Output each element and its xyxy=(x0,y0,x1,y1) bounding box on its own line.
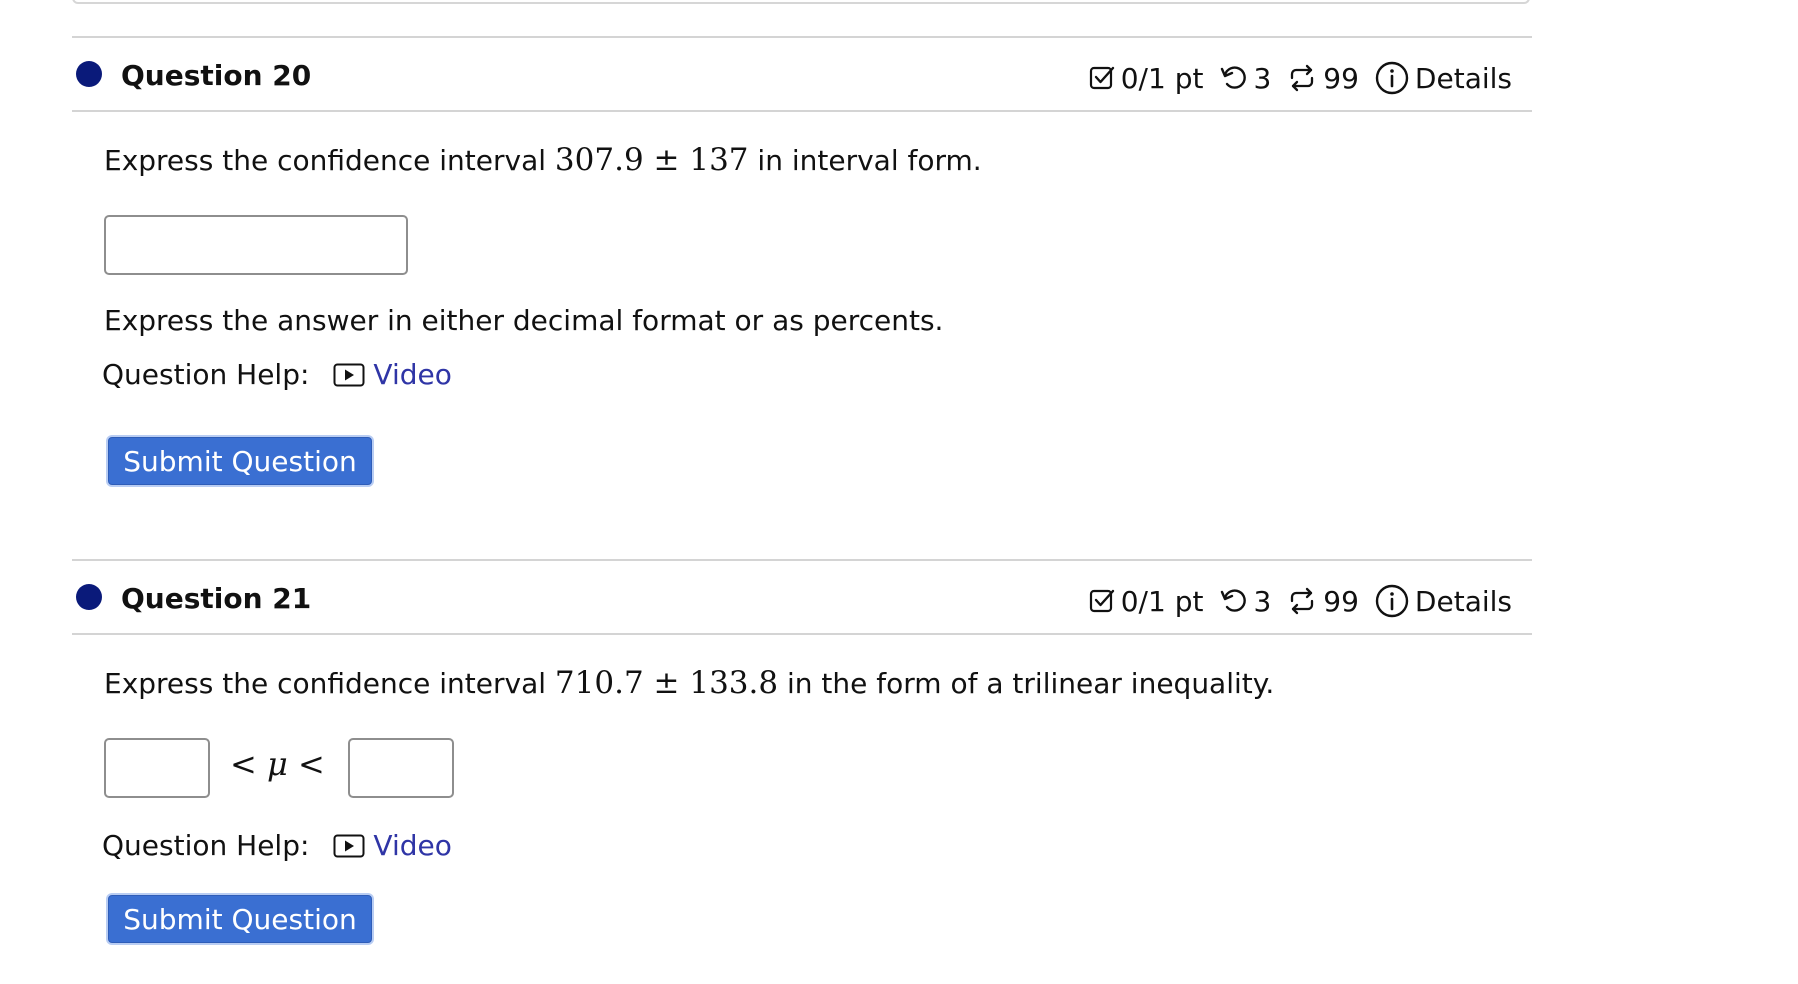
question-prompt: Express the confidence interval 307.9 ± … xyxy=(104,142,982,178)
submit-question-button[interactable]: Submit Question xyxy=(108,895,372,943)
points-text: 0/1 pt xyxy=(1120,61,1204,95)
interval-answer-input[interactable] xyxy=(104,215,408,275)
points-indicator: 0/1 pt xyxy=(1089,61,1204,95)
details-toggle[interactable]: Details xyxy=(1375,61,1512,95)
question-header: Question 20 0/1 pt 3 99 Details xyxy=(72,36,1532,112)
trilinear-inequality: < μ < xyxy=(230,745,325,783)
undo-icon xyxy=(1221,66,1247,89)
previous-question-frame xyxy=(72,0,1530,4)
answer-format-note: Express the answer in either decimal for… xyxy=(104,304,944,337)
points-text: 0/1 pt xyxy=(1120,584,1204,618)
question-20: Question 20 0/1 pt 3 99 Details Express … xyxy=(72,36,1532,485)
question-help-label: Question Help: xyxy=(102,358,310,391)
retries-indicator: 3 xyxy=(1219,585,1271,618)
status-dot xyxy=(76,584,102,610)
undo-icon xyxy=(1221,589,1247,612)
retries-indicator: 3 xyxy=(1219,62,1271,95)
attempts-indicator: 99 xyxy=(1287,585,1359,618)
prompt-math: 307.9 ± 137 xyxy=(554,142,749,178)
video-link-label[interactable]: Video xyxy=(373,829,451,862)
prompt-text-start: Express the confidence interval xyxy=(104,144,555,177)
question-help-label: Question Help: xyxy=(102,829,310,862)
prompt-text-start: Express the confidence interval xyxy=(104,667,555,700)
video-help-link[interactable]: Video xyxy=(333,829,452,862)
details-label[interactable]: Details xyxy=(1415,62,1512,95)
video-help-link[interactable]: Video xyxy=(333,358,452,391)
retries-count: 3 xyxy=(1253,584,1272,618)
checkbox-icon xyxy=(1089,589,1114,613)
submit-question-button[interactable]: Submit Question xyxy=(108,437,372,485)
less-than-symbol: < xyxy=(297,745,325,783)
video-play-icon xyxy=(333,834,365,857)
less-than-symbol: < xyxy=(230,745,257,783)
retries-count: 3 xyxy=(1253,61,1272,95)
question-meta: 0/1 pt 3 99 Details xyxy=(1089,584,1512,618)
question-help: Question Help: Video xyxy=(102,358,452,391)
prompt-text-end: in the form of a trilinear inequality. xyxy=(778,667,1275,700)
question-21: Question 21 0/1 pt 3 99 Details Express … xyxy=(72,559,1532,943)
points-indicator: 0/1 pt xyxy=(1089,584,1204,618)
question-title: Question 20 xyxy=(121,59,312,92)
question-meta: 0/1 pt 3 99 Details xyxy=(1089,61,1512,95)
upper-bound-input[interactable] xyxy=(348,738,454,798)
info-icon xyxy=(1375,61,1409,95)
attempts-count: 99 xyxy=(1323,584,1359,618)
checkbox-icon xyxy=(1089,66,1114,90)
info-icon xyxy=(1375,584,1409,618)
lower-bound-input[interactable] xyxy=(104,738,210,798)
details-toggle[interactable]: Details xyxy=(1375,584,1512,618)
video-link-label[interactable]: Video xyxy=(373,358,451,391)
question-prompt: Express the confidence interval 710.7 ± … xyxy=(104,665,1274,701)
repeat-icon xyxy=(1291,587,1314,615)
repeat-icon xyxy=(1291,64,1314,92)
question-header: Question 21 0/1 pt 3 99 Details xyxy=(72,559,1532,635)
status-dot xyxy=(76,61,102,87)
attempts-indicator: 99 xyxy=(1287,62,1359,95)
prompt-math: 710.7 ± 133.8 xyxy=(554,665,779,701)
video-play-icon xyxy=(333,363,365,386)
details-label[interactable]: Details xyxy=(1415,585,1512,618)
mu-symbol: μ xyxy=(266,745,288,783)
question-help: Question Help: Video xyxy=(102,829,452,862)
question-title: Question 21 xyxy=(121,582,312,615)
prompt-text-end: in interval form. xyxy=(748,144,982,177)
attempts-count: 99 xyxy=(1323,61,1359,95)
